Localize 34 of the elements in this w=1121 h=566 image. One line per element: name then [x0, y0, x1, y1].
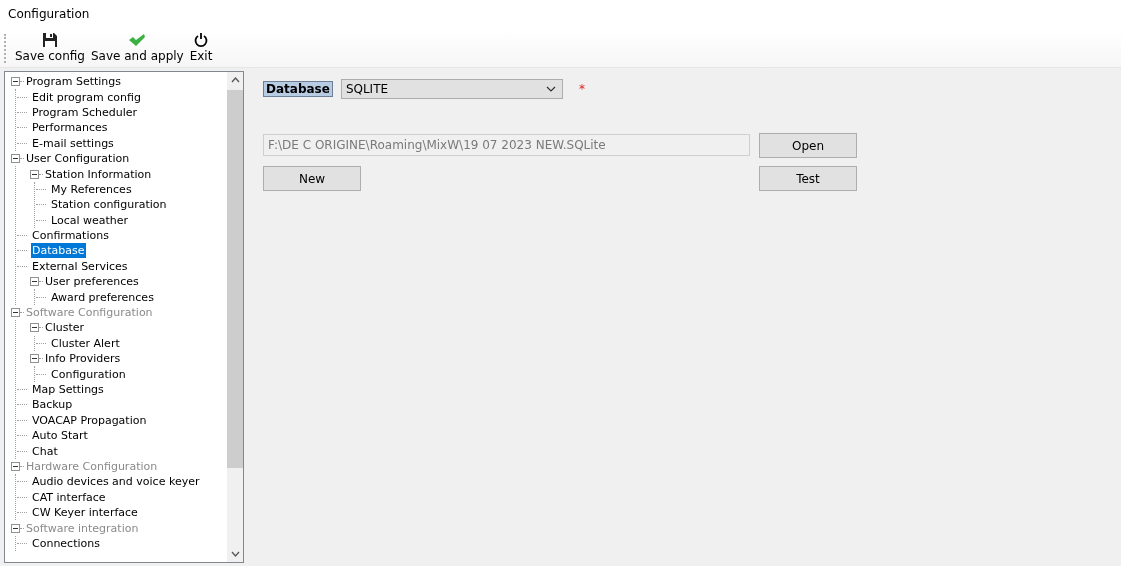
- tree-item[interactable]: Award preferences: [50, 289, 155, 305]
- checkmark-icon: [128, 32, 147, 48]
- tree-item[interactable]: External Services: [31, 258, 129, 274]
- window-title: Configuration: [8, 7, 90, 21]
- tree-item[interactable]: Database: [31, 243, 86, 259]
- tree-item[interactable]: My References: [50, 181, 133, 197]
- tree-item[interactable]: User Configuration: [25, 151, 131, 167]
- collapse-icon[interactable]: [11, 77, 20, 87]
- tree-item[interactable]: Performances: [31, 120, 109, 136]
- tree-item[interactable]: Edit program config: [31, 89, 142, 105]
- tree-item[interactable]: Station configuration: [50, 197, 168, 213]
- file-path-field[interactable]: F:\DE C ORIGINE\Roaming\MixW\19 07 2023 NEW.SQLite: [263, 134, 750, 156]
- scrollbar[interactable]: [227, 72, 243, 562]
- tree-item[interactable]: Local weather: [50, 212, 130, 228]
- new-button[interactable]: New: [263, 166, 361, 191]
- tree-item[interactable]: E-mail settings: [31, 135, 115, 151]
- tree-item[interactable]: User preferences: [44, 274, 140, 290]
- database-type-dropdown[interactable]: SQLITE: [340, 79, 563, 99]
- database-label: Database: [263, 81, 333, 97]
- test-button[interactable]: Test: [759, 166, 857, 191]
- required-mark: *: [578, 82, 585, 96]
- collapse-icon[interactable]: [30, 277, 39, 287]
- save-and-apply-button[interactable]: Save and apply: [88, 30, 187, 67]
- tree-item[interactable]: Program Settings: [25, 74, 123, 90]
- power-icon: [194, 32, 209, 48]
- tree-item[interactable]: Program Scheduler: [31, 104, 138, 120]
- tree-item[interactable]: Station Information: [44, 166, 153, 182]
- caret-icon: [545, 86, 556, 92]
- save-config-button[interactable]: Save config: [12, 30, 88, 67]
- tree-item[interactable]: Confirmations: [31, 228, 110, 244]
- collapse-icon[interactable]: [11, 154, 20, 164]
- open-button[interactable]: Open: [759, 133, 857, 158]
- collapse-icon[interactable]: [30, 169, 39, 179]
- exit-button[interactable]: Exit: [186, 30, 216, 67]
